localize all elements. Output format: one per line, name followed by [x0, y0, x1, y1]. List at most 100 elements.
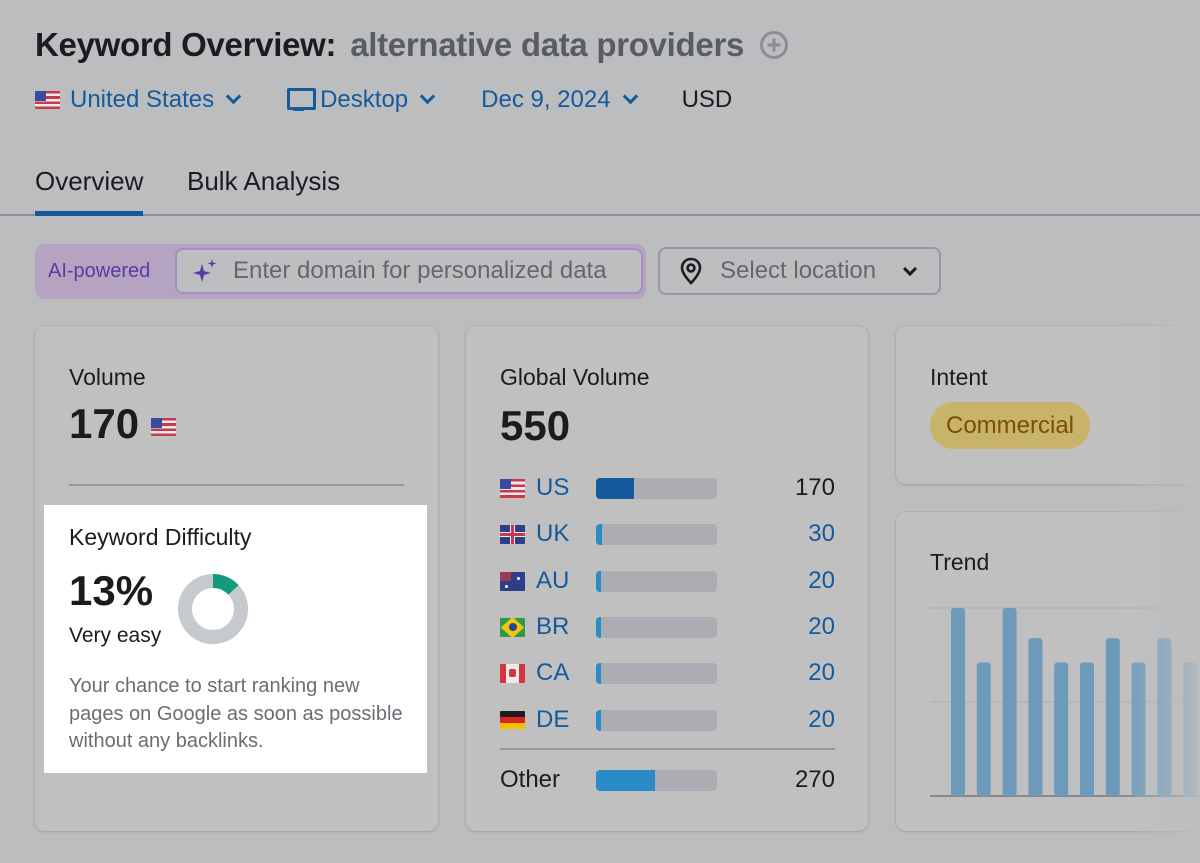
trend-bar[interactable] — [1002, 608, 1017, 796]
flag-part — [500, 663, 506, 683]
country-row-de: DE 20 — [500, 705, 835, 735]
country-volume-bar — [596, 709, 717, 731]
domain-input-placeholder: Enter domain for personalized data — [233, 257, 607, 284]
country-label: United States — [70, 86, 215, 113]
intent-label: Intent — [930, 364, 988, 390]
country-code-link[interactable]: AU — [536, 567, 596, 595]
country-code-link[interactable]: BR — [536, 613, 596, 641]
country-volume-bar — [596, 662, 717, 684]
flag-part — [500, 571, 511, 581]
intent-badge: Commercial — [930, 402, 1091, 449]
country-row-ca: CA 20 — [500, 658, 835, 688]
flag-part — [505, 584, 508, 588]
country-volume-bar — [596, 616, 717, 638]
filter-bar: United States Desktop Dec 9, 2024 USD — [35, 86, 732, 114]
device-label: Desktop — [320, 86, 409, 113]
country-volume-value[interactable]: 20 — [808, 613, 835, 641]
kd-description: Your chance to start ranking new pages o… — [69, 675, 403, 752]
country-code-link[interactable]: CA — [536, 659, 596, 687]
country-dropdown[interactable]: United States — [35, 86, 242, 114]
kd-donut-chart — [178, 574, 248, 644]
country-volume-bar-fill — [596, 523, 603, 545]
trend-bar[interactable] — [951, 608, 965, 796]
global-volume-value: 550 — [500, 402, 571, 449]
divider — [500, 748, 835, 750]
tab-bar: Overview Bulk Analysis — [0, 160, 1200, 216]
country-row-br: BR 20 — [500, 612, 835, 642]
other-bar-fill — [596, 769, 656, 791]
country-code-link[interactable]: UK — [536, 520, 596, 548]
country-row-us: US 170 — [500, 473, 835, 503]
country-volume-value[interactable]: 20 — [808, 567, 835, 595]
ai-powered-badge: AI-powered — [48, 260, 151, 282]
global-volume-label: Global Volume — [500, 364, 650, 390]
country-volume-bar-fill — [596, 616, 602, 638]
currency-label: USD — [681, 86, 733, 113]
kd-label: Keyword Difficulty — [69, 524, 252, 550]
kd-level: Very easy — [69, 624, 162, 647]
date-dropdown[interactable]: Dec 9, 2024 — [481, 86, 638, 114]
other-value: 270 — [794, 766, 835, 793]
device-dropdown[interactable]: Desktop — [287, 86, 436, 114]
country-row-au: AU 20 — [500, 566, 835, 596]
trend-bar[interactable] — [1054, 662, 1069, 796]
sparkle-icon — [191, 256, 221, 286]
country-row-other: Other 270 — [500, 765, 835, 795]
uk-flag-icon — [500, 524, 525, 544]
flag-part — [519, 663, 525, 683]
de-flag-icon — [500, 710, 525, 730]
trend-chart — [930, 607, 1200, 797]
country-code-link[interactable]: DE — [536, 706, 596, 734]
country-volume-bar-fill — [596, 477, 634, 499]
location-placeholder: Select location — [720, 257, 877, 284]
flag-part — [500, 723, 525, 730]
country-volume-bar — [596, 523, 717, 545]
tab-bulk-analysis[interactable]: Bulk Analysis — [187, 166, 340, 197]
trend-bar[interactable] — [1157, 638, 1172, 796]
country-volume-bar — [596, 477, 717, 499]
divider — [69, 484, 404, 486]
country-volume-value: 170 — [794, 474, 835, 501]
flag-part — [517, 576, 520, 580]
br-flag-icon — [500, 617, 525, 637]
location-select[interactable]: Select location — [658, 247, 941, 295]
country-volume-bar-fill — [596, 570, 602, 592]
trend-bar[interactable] — [1131, 662, 1146, 796]
trend-bar[interactable] — [976, 662, 991, 796]
title-prefix: Keyword Overview: — [35, 26, 337, 63]
domain-input[interactable]: Enter domain for personalized data — [175, 248, 643, 294]
country-volume-value[interactable]: 30 — [808, 520, 835, 548]
country-volume-bar — [596, 570, 717, 592]
trend-bar[interactable] — [1183, 662, 1198, 796]
flag-part — [500, 478, 511, 489]
country-volume-value[interactable]: 20 — [808, 706, 835, 734]
chevron-down-icon — [225, 88, 242, 105]
kd-value: 13% — [69, 567, 154, 614]
volume-value: 170 — [69, 400, 140, 447]
chevron-down-icon — [902, 261, 918, 277]
us-flag-icon — [500, 478, 525, 498]
country-volume-value[interactable]: 20 — [808, 659, 835, 687]
trend-bar[interactable] — [1105, 638, 1120, 796]
flag-part — [509, 668, 516, 677]
keyword-text: alternative data providers — [350, 26, 745, 63]
country-row-uk: UK 30 — [500, 519, 835, 549]
ca-flag-icon — [500, 663, 525, 683]
country-code-link[interactable]: US — [536, 474, 596, 502]
country-volume-bar-fill — [596, 709, 602, 731]
ai-personalization-bar: AI-powered Enter domain for personalized… — [35, 244, 646, 299]
tab-overview[interactable]: Overview — [35, 166, 144, 216]
plus-circle-icon[interactable] — [760, 31, 789, 59]
trend-bar[interactable] — [1028, 638, 1043, 796]
other-label: Other — [500, 766, 561, 793]
volume-label: Volume — [69, 364, 146, 390]
date-label: Dec 9, 2024 — [481, 86, 611, 113]
location-pin-icon — [680, 257, 702, 285]
other-bar — [596, 769, 717, 791]
au-flag-icon — [500, 571, 525, 591]
flag-part — [511, 524, 514, 544]
us-flag-icon — [151, 418, 177, 436]
desktop-icon — [287, 88, 317, 112]
trend-label: Trend — [930, 549, 990, 575]
trend-bar[interactable] — [1080, 662, 1094, 796]
